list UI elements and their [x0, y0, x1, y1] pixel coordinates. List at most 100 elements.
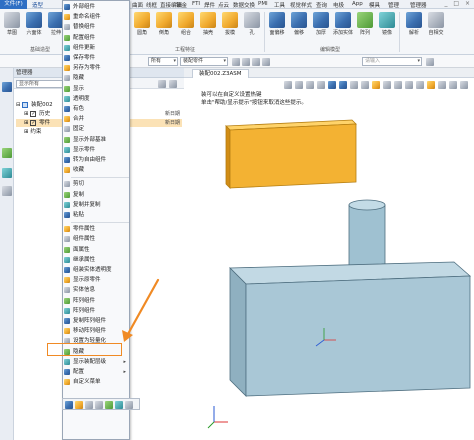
chamfer-button[interactable]: 倒角 [153, 9, 175, 36]
model-scene[interactable] [184, 78, 474, 440]
draft-button[interactable]: 拔模 [219, 9, 241, 36]
menu-item[interactable]: 有色 [63, 104, 129, 114]
menu-item[interactable]: 复制 [63, 190, 129, 200]
mini-move-icon[interactable] [105, 401, 113, 409]
menu-item[interactable]: 复制并复制 [63, 200, 129, 210]
gear-icon[interactable] [169, 80, 177, 88]
thicken-button[interactable]: 加厚 [310, 9, 332, 36]
menu-item[interactable]: 组件属性 [63, 234, 129, 244]
mini-hide-icon[interactable] [85, 401, 93, 409]
tab-modeling[interactable]: 造型 [32, 1, 43, 9]
select-edge-icon[interactable] [242, 58, 250, 66]
tab-visual-style[interactable]: 视觉样式 [290, 1, 312, 9]
menu-item[interactable]: 配置 ▸ [63, 367, 129, 377]
file-tab[interactable]: 文件(F) [0, 0, 27, 9]
menu-item[interactable]: 继承属性 [63, 255, 129, 265]
menu-item[interactable]: 透明度 [63, 94, 129, 104]
tab-wireframe[interactable]: 线框 [146, 1, 157, 9]
menu-item[interactable]: 替换组件 [63, 22, 129, 32]
menu-item[interactable]: 阵列组件 [63, 306, 129, 316]
combine-button[interactable]: 组合 [175, 9, 197, 36]
tree-checkbox[interactable]: ✓ [30, 110, 37, 117]
assembly-manager-icon[interactable] [2, 148, 12, 158]
graphics-viewport[interactable]: 装可以在自定义设置热键 单击"帮助/显示提示"按钮来取消这些提示。 [184, 78, 474, 440]
analyze-button[interactable]: 解析 [403, 9, 425, 36]
shell-button[interactable]: 抽壳 [197, 9, 219, 36]
menu-item[interactable]: 显示外部基准 [63, 135, 129, 145]
tab-mold[interactable]: 模具 [369, 1, 380, 9]
base-block-part[interactable] [229, 261, 472, 397]
tab-tools[interactable]: 工具 [274, 1, 285, 9]
tab-surface[interactable]: 曲面 [132, 1, 143, 9]
menu-item[interactable]: 阵列组件 [63, 296, 129, 306]
search-input[interactable]: 请输入 [362, 57, 422, 66]
hole-button[interactable]: 孔 [241, 9, 263, 36]
tab-pmi[interactable]: PMI [258, 1, 268, 7]
tab-manage[interactable]: 管理 [388, 1, 399, 9]
self-intersect-button[interactable]: 自相交 [425, 9, 447, 36]
mini-align-icon[interactable] [115, 401, 123, 409]
tab-inquire[interactable]: 查询 [316, 1, 327, 9]
expand-icon[interactable]: ⊞ [16, 120, 29, 126]
menu-item[interactable]: 固定 [63, 124, 129, 134]
add-solid-button[interactable]: 添加实体 [332, 9, 354, 36]
select-body-icon[interactable] [262, 58, 270, 66]
filter-icon[interactable] [158, 80, 166, 88]
fillet-button[interactable]: 圆角 [131, 9, 153, 36]
menu-item[interactable]: 合并 [63, 114, 129, 124]
menu-item[interactable]: 配置组件 [63, 33, 129, 43]
menu-item[interactable]: 重命名组件 [63, 12, 129, 22]
filter-combo[interactable]: 所有 [148, 57, 178, 66]
expand-icon[interactable]: ⊞ [16, 129, 29, 135]
menu-item[interactable]: 收藏 [63, 165, 129, 175]
expand-icon[interactable]: ⊟ [16, 102, 21, 108]
search-icon[interactable] [426, 58, 434, 66]
menu-item[interactable]: 复制阵列组件 [63, 316, 129, 326]
tab-electrode[interactable]: 电极 [333, 1, 344, 9]
face-offset-button[interactable]: 面偏移 [266, 9, 288, 36]
menu-item[interactable]: 显示 [63, 84, 129, 94]
yellow-block-part[interactable] [225, 119, 357, 189]
tab-pointcloud[interactable]: 点云 [218, 1, 229, 9]
menu-item[interactable]: 粘贴 [63, 210, 129, 220]
menu-item[interactable]: 外部组件 [63, 2, 129, 12]
menu-item[interactable]: 组装实体透明度 [63, 265, 129, 275]
menu-item[interactable]: 显示装配层级 ▸ [63, 357, 129, 367]
view-manager-icon[interactable] [2, 168, 12, 178]
tab-manager[interactable]: 管理器 [410, 1, 427, 9]
mini-show-icon[interactable] [95, 401, 103, 409]
menu-item[interactable]: 隐藏 [63, 73, 129, 83]
menu-item[interactable]: 显示零件 [63, 145, 129, 155]
menu-item[interactable]: 实体信息 [63, 285, 129, 295]
menu-item[interactable]: 零件属性 [63, 224, 129, 234]
menu-item[interactable]: 剪切 [63, 179, 129, 189]
menu-item[interactable]: 面属性 [63, 245, 129, 255]
layer-manager-icon[interactable] [2, 186, 12, 196]
tree-checkbox[interactable]: ✓ [30, 119, 37, 126]
mirror-button[interactable]: 镜像 [376, 9, 398, 36]
history-manager-icon[interactable] [2, 82, 12, 92]
pattern-button[interactable]: 阵列 [354, 9, 376, 36]
menu-item[interactable]: 组件更新 [63, 43, 129, 53]
menu-item[interactable]: 显示原零件 [63, 275, 129, 285]
expand-icon[interactable]: ⊞ [16, 111, 29, 117]
offset-button[interactable]: 偏移 [288, 9, 310, 36]
menu-item[interactable]: 转为自由组件 [63, 155, 129, 165]
tab-sheetmetal[interactable]: 钣金 [176, 1, 187, 9]
window-controls[interactable]: _ □ × [444, 0, 472, 7]
mini-edit-icon[interactable] [75, 401, 83, 409]
menu-item[interactable]: 另存为零件 [63, 63, 129, 73]
mini-part-icon[interactable] [65, 401, 73, 409]
tab-weldment[interactable]: 焊件 [204, 1, 215, 9]
mini-more-icon[interactable] [125, 401, 133, 409]
sketch-button[interactable]: 草图 [1, 9, 23, 36]
select-face-icon[interactable] [252, 58, 260, 66]
tab-app[interactable]: App [352, 1, 363, 7]
pick-combo[interactable]: 装配零件 [180, 57, 228, 66]
select-mode-icon[interactable] [232, 58, 240, 66]
tab-fti[interactable]: FTI [192, 1, 200, 7]
menu-item[interactable]: 自定义菜单 [63, 377, 129, 387]
box-button[interactable]: 六面体 [23, 9, 45, 36]
menu-item[interactable]: 保存零件 [63, 53, 129, 63]
menu-item[interactable]: 移动阵列组件 [63, 326, 129, 336]
